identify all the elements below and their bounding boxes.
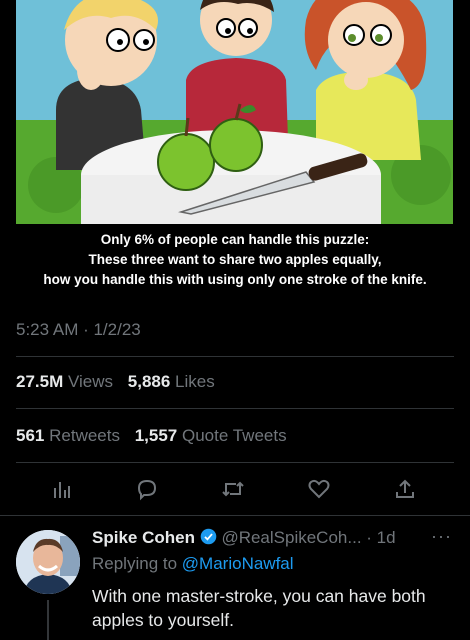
views-likes-row: 27.5M Views 5,886 Likes xyxy=(16,372,215,392)
thread-line xyxy=(47,600,49,640)
divider xyxy=(16,462,454,463)
reply-time[interactable]: · 1d xyxy=(366,528,395,547)
reply-icon xyxy=(137,479,157,501)
retweets-quotes-row: 561 Retweets 1,557 Quote Tweets xyxy=(16,426,287,446)
post-image[interactable] xyxy=(16,0,453,224)
quotes-count[interactable]: 1,557 xyxy=(135,426,178,445)
replying-mention[interactable]: @MarioNawfal xyxy=(182,554,294,573)
reply-button[interactable] xyxy=(132,474,162,504)
verified-badge-icon xyxy=(200,528,216,545)
retweets-label[interactable]: Retweets xyxy=(49,426,120,445)
caption-line-1: Only 6% of people can handle this puzzle… xyxy=(100,232,370,247)
views-label: Views xyxy=(67,372,114,391)
action-bar xyxy=(0,470,470,506)
replying-to: Replying to @MarioNawfal xyxy=(92,554,294,574)
analytics-button[interactable] xyxy=(47,474,77,504)
reply-author-name[interactable]: Spike Cohen xyxy=(92,528,195,547)
like-button[interactable] xyxy=(304,474,334,504)
like-icon xyxy=(308,479,330,499)
caption-line-2: These three want to share two apples equ… xyxy=(88,252,382,267)
quotes-label[interactable]: Quote Tweets xyxy=(182,426,287,445)
reply-header: Spike Cohen @RealSpikeCoh... · 1d xyxy=(92,528,396,548)
likes-count[interactable]: 5,886 xyxy=(128,372,171,391)
reply-tweet[interactable]: Spike Cohen @RealSpikeCoh... · 1d ··· Re… xyxy=(0,515,470,640)
more-options-icon[interactable]: ··· xyxy=(431,526,452,547)
divider xyxy=(16,356,454,357)
replying-prefix: Replying to xyxy=(92,554,178,573)
avatar[interactable] xyxy=(16,530,80,594)
analytics-icon xyxy=(54,482,70,498)
reply-text: With one master-stroke, you can have bot… xyxy=(92,586,426,630)
tweet-timestamp[interactable]: 5:23 AM · 1/2/23 xyxy=(16,320,141,340)
share-button[interactable] xyxy=(390,474,420,504)
caption-line-3: how you handle this with using only one … xyxy=(43,272,427,287)
image-caption: Only 6% of people can handle this puzzle… xyxy=(0,230,470,290)
share-icon xyxy=(396,479,414,498)
puzzle-illustration xyxy=(16,0,453,224)
retweet-icon xyxy=(222,481,244,497)
avatar-image xyxy=(16,530,80,594)
retweet-button[interactable] xyxy=(218,474,248,504)
reply-author-handle[interactable]: @RealSpikeCoh... xyxy=(221,528,361,547)
likes-label[interactable]: Likes xyxy=(175,372,215,391)
views-count: 27.5M xyxy=(16,372,64,391)
divider xyxy=(16,408,454,409)
retweets-count[interactable]: 561 xyxy=(16,426,44,445)
